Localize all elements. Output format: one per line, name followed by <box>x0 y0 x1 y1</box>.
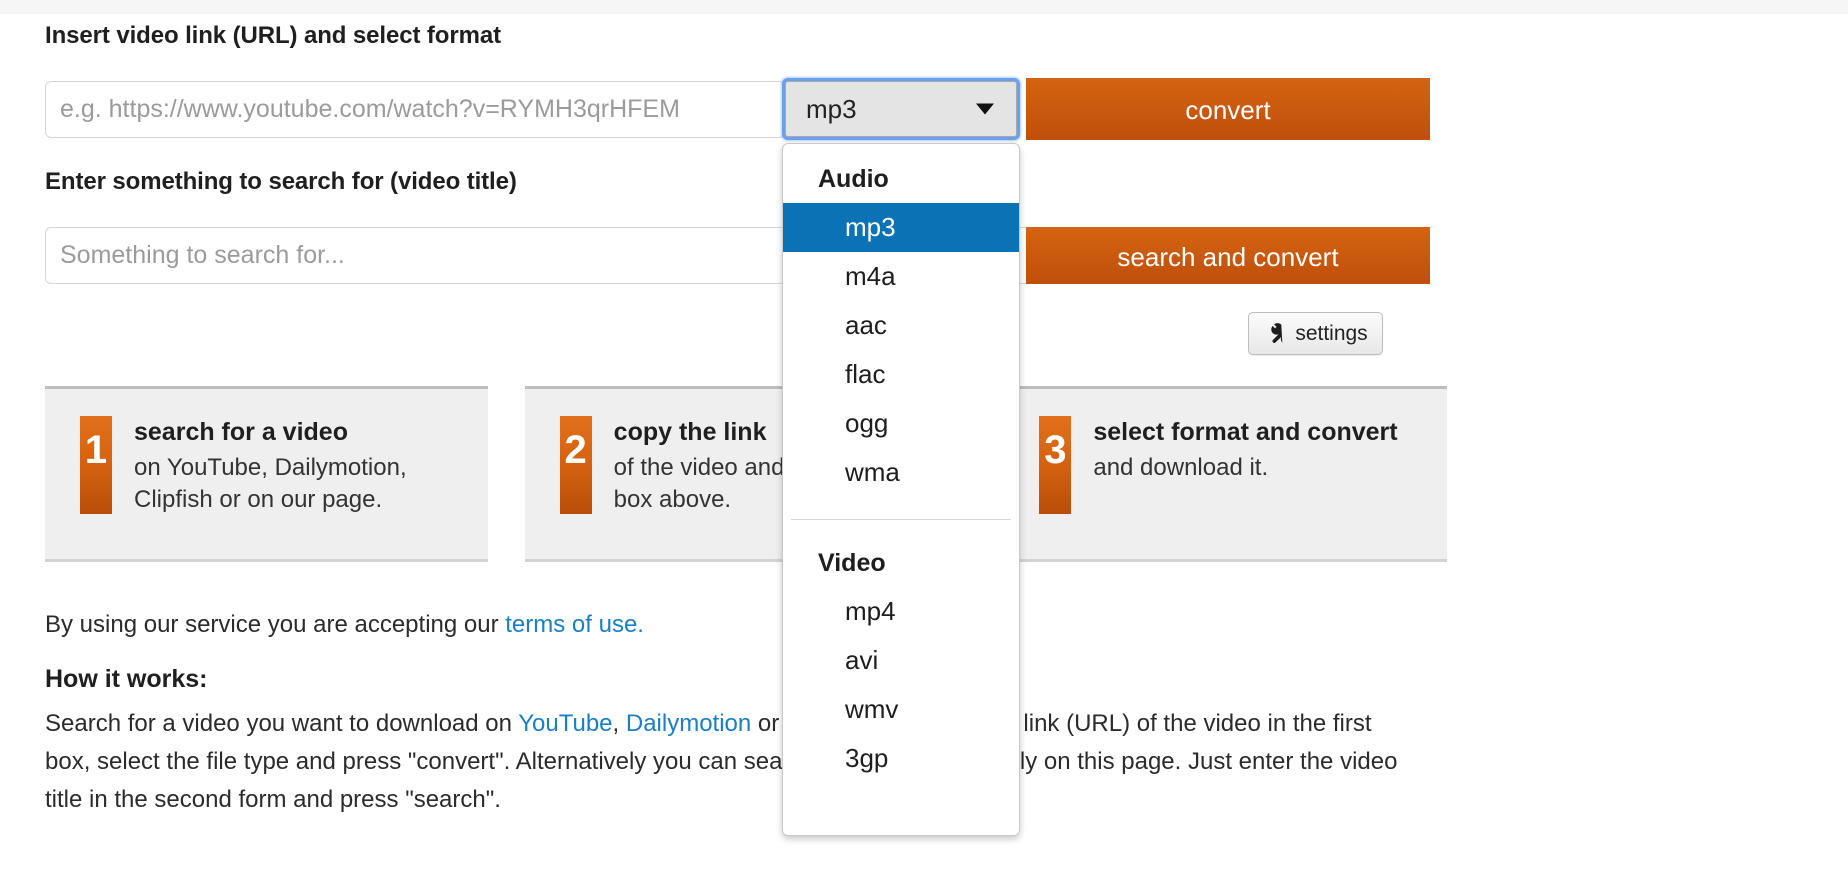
terms-of-use-link[interactable]: terms of use. <box>505 611 644 638</box>
convert-button[interactable]: convert <box>1026 78 1430 140</box>
step-number-badge: 2 <box>559 416 592 514</box>
step-box: 1 search for a video on YouTube, Dailymo… <box>45 386 488 562</box>
step-title: search for a video <box>134 418 348 446</box>
step-number-badge: 1 <box>80 416 112 514</box>
dropdown-group-label-video: Video <box>818 549 886 577</box>
dropdown-option-avi[interactable]: avi <box>783 636 1019 685</box>
wrench-icon <box>1263 322 1287 346</box>
chevron-down-icon <box>976 103 994 115</box>
steps-container: 1 search for a video on YouTube, Dailymo… <box>45 386 1448 562</box>
step-box: 3 select format and convert and download… <box>1004 386 1448 562</box>
dropdown-group-separator <box>791 519 1011 520</box>
how-it-works-body: Search for a video you want to download … <box>45 705 1417 819</box>
settings-button[interactable]: settings <box>1248 312 1383 355</box>
page-root: Insert video link (URL) and select forma… <box>0 0 1848 894</box>
step-title: select format and convert <box>1093 418 1398 446</box>
dropdown-option-aac[interactable]: aac <box>783 301 1019 350</box>
dropdown-option-mp3[interactable]: mp3 <box>783 203 1019 252</box>
terms-prefix: By using our service you are accepting o… <box>45 611 506 638</box>
dropdown-group-label-audio: Audio <box>818 165 889 193</box>
dailymotion-link[interactable]: Dailymotion <box>626 710 751 737</box>
video-url-input[interactable] <box>45 81 785 138</box>
format-select[interactable]: mp3 <box>785 81 1017 137</box>
format-select-value: mp3 <box>806 93 857 124</box>
dropdown-option-mp4[interactable]: mp4 <box>783 587 1019 636</box>
how-it-works-heading: How it works: <box>45 665 208 693</box>
how-text-sep1: , <box>612 710 626 737</box>
dropdown-option-flac[interactable]: flac <box>783 350 1019 399</box>
dropdown-option-m4a[interactable]: m4a <box>783 252 1019 301</box>
url-form-label: Insert video link (URL) and select forma… <box>45 22 501 49</box>
dropdown-option-3gp[interactable]: 3gp <box>783 734 1019 783</box>
search-and-convert-button[interactable]: search and convert <box>1026 227 1430 284</box>
step-description: and download it. <box>1093 454 1269 481</box>
settings-button-label: settings <box>1295 321 1368 345</box>
format-select-focus-ring: mp3 <box>782 78 1020 140</box>
format-dropdown-list[interactable]: Audio mp3 m4a aac flac ogg wma Video mp4… <box>782 143 1020 836</box>
step-body: select format and convert and download i… <box>1093 416 1397 559</box>
step-body: search for a video on YouTube, Dailymoti… <box>134 416 488 559</box>
terms-line: By using our service you are accepting o… <box>45 606 1445 644</box>
dropdown-option-wma[interactable]: wma <box>783 448 1019 497</box>
how-text-part1: Search for a video you want to download … <box>45 710 519 737</box>
step-number-badge: 3 <box>1039 416 1072 514</box>
dropdown-option-wmv[interactable]: wmv <box>783 685 1019 734</box>
dropdown-option-ogg[interactable]: ogg <box>783 399 1019 448</box>
step-description: on YouTube, Dailymotion, Clipfish or on … <box>134 454 407 513</box>
search-form-label: Enter something to search for (video tit… <box>45 168 517 195</box>
youtube-link[interactable]: YouTube <box>518 710 612 737</box>
